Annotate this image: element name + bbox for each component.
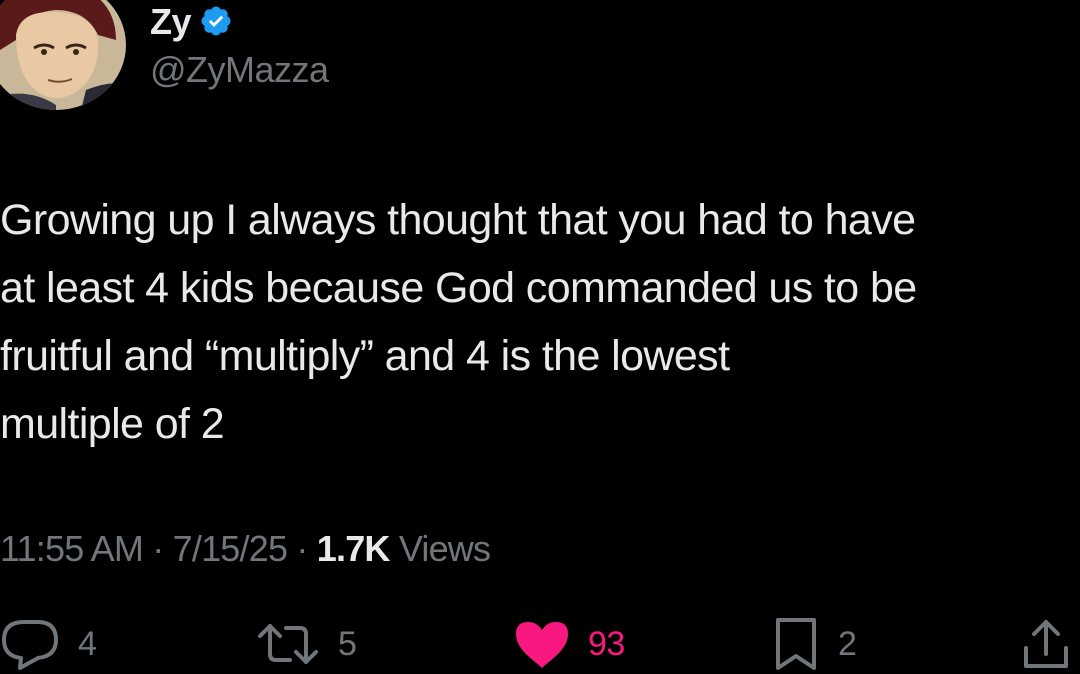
author-name-row[interactable]: Zy: [150, 0, 233, 44]
bookmark-count: 2: [838, 624, 857, 663]
views-label[interactable]: Views: [399, 528, 491, 569]
action-bar: 4 5 93 2: [0, 614, 1080, 674]
like-count: 93: [588, 624, 625, 663]
retweet-button[interactable]: 5: [254, 614, 357, 674]
author-handle[interactable]: @ZyMazza: [150, 52, 329, 88]
share-button[interactable]: [1020, 614, 1072, 674]
meta-separator: ·: [296, 528, 308, 569]
tweet-text-line: multiple of 2: [0, 400, 225, 448]
bookmark-icon: [776, 618, 816, 670]
views-count[interactable]: 1.7K: [317, 528, 391, 569]
bookmark-button[interactable]: 2: [770, 614, 857, 674]
meta-separator: ·: [152, 528, 164, 569]
tweet-time[interactable]: 11:55 AM: [0, 528, 144, 569]
tweet-meta: 11:55 AM · 7/15/25 · 1.7K Views: [0, 526, 491, 572]
tweet-text: Growing up I always thought that you had…: [0, 186, 1080, 458]
tweet-text-line: at least 4 kids because God commanded us…: [0, 264, 917, 312]
author-display-name[interactable]: Zy: [150, 4, 192, 40]
retweet-icon: [258, 624, 318, 664]
retweet-count: 5: [338, 624, 357, 663]
reply-icon: [2, 620, 58, 670]
heart-icon: [516, 622, 568, 668]
verified-badge-icon: [199, 4, 233, 43]
tweet-date[interactable]: 7/15/25: [173, 528, 288, 569]
avatar[interactable]: [0, 0, 126, 110]
tweet-text-line: fruitful and “multiply” and 4 is the low…: [0, 332, 730, 380]
reply-count: 4: [78, 624, 97, 663]
like-button[interactable]: 93: [512, 614, 625, 674]
reply-button[interactable]: 4: [0, 614, 97, 674]
avatar-image: [0, 0, 126, 110]
tweet-text-line: Growing up I always thought that you had…: [0, 196, 916, 244]
share-icon: [1024, 620, 1068, 668]
